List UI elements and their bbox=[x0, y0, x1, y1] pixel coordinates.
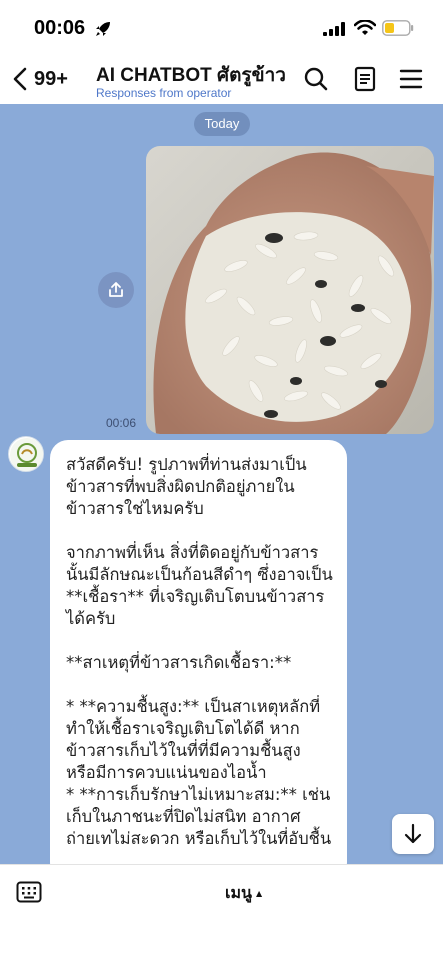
chat-header: 99+ AI CHATBOT ศัตรูข้าว Responses from … bbox=[0, 56, 443, 104]
bot-message-text: สวัสดีครับ! รูปภาพที่ท่านส่งมาเป็นข้าวสา… bbox=[66, 455, 333, 848]
date-separator: Today bbox=[194, 112, 250, 136]
sent-photo-rice-in-hand[interactable] bbox=[146, 146, 434, 434]
menu-label: เมนู bbox=[225, 883, 252, 902]
message-timestamp: 00:06 bbox=[106, 416, 137, 430]
battery-icon bbox=[382, 20, 414, 36]
menu-icon[interactable] bbox=[398, 66, 424, 92]
bot-avatar[interactable] bbox=[8, 436, 44, 472]
back-button[interactable]: 99+ bbox=[12, 64, 68, 94]
status-time: 00:06 bbox=[34, 17, 86, 39]
keyboard-icon[interactable] bbox=[16, 881, 42, 903]
bot-message-bubble[interactable]: สวัสดีครับ! รูปภาพที่ท่านส่งมาเป็นข้าวสา… bbox=[50, 440, 347, 864]
arrow-down-icon bbox=[404, 823, 422, 844]
unread-count: 99+ bbox=[34, 67, 68, 90]
chevron-left-icon bbox=[13, 67, 27, 91]
cellular-signal-icon bbox=[323, 22, 345, 36]
search-icon[interactable] bbox=[303, 66, 329, 92]
bottom-bar: เมนู ▲ bbox=[0, 864, 443, 960]
status-bar: 00:06 bbox=[0, 0, 443, 56]
rocket-icon bbox=[96, 22, 110, 36]
chat-area[interactable]: Today 00:06 สวัสดีครับ! รูปภาพที่ท่านส่ง… bbox=[0, 104, 443, 864]
share-button[interactable] bbox=[98, 272, 134, 308]
chat-subtitle: Responses from operator bbox=[96, 86, 232, 100]
wifi-icon bbox=[354, 20, 376, 35]
share-icon bbox=[109, 282, 123, 297]
scroll-to-bottom-button[interactable] bbox=[392, 814, 434, 854]
rich-menu-toggle[interactable]: เมนู ▲ bbox=[225, 881, 262, 906]
notes-icon[interactable] bbox=[352, 66, 378, 92]
caret-up-icon: ▲ bbox=[255, 889, 263, 898]
